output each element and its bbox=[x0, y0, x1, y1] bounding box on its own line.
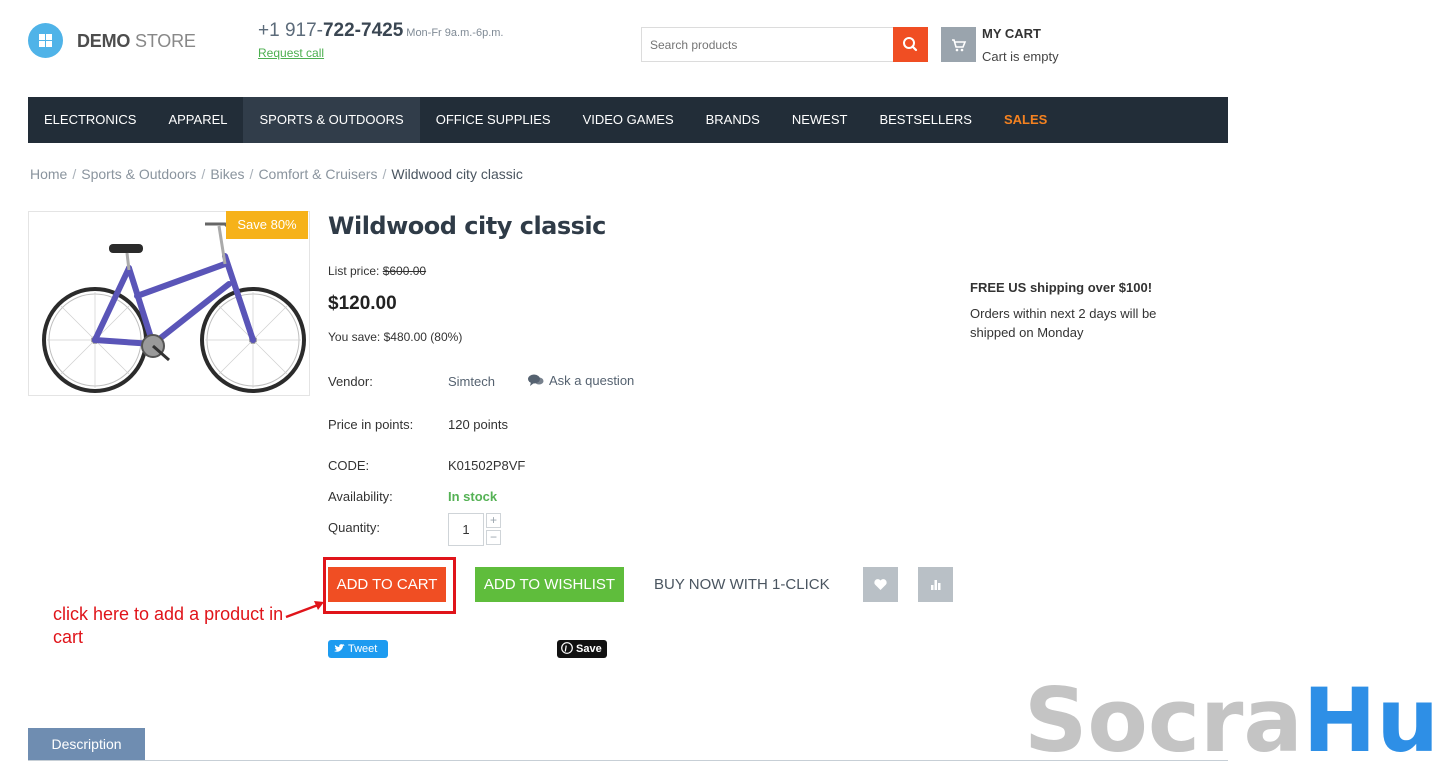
cart-button[interactable] bbox=[941, 27, 976, 62]
breadcrumb-comfort-cruisers[interactable]: Comfort & Cruisers bbox=[258, 166, 377, 182]
logo-grid-icon bbox=[39, 34, 52, 47]
product-price: $120.00 bbox=[328, 293, 397, 314]
twitter-bird-icon bbox=[334, 644, 345, 652]
nav-item-video-games[interactable]: VIDEO GAMES bbox=[567, 97, 690, 143]
quantity-increase-button[interactable]: + bbox=[486, 513, 501, 528]
nav-item-brands[interactable]: BRANDS bbox=[690, 97, 776, 143]
socrahub-watermark: SocraHub bbox=[1024, 669, 1432, 765]
quantity-label: Quantity: bbox=[328, 520, 381, 535]
search-input[interactable] bbox=[641, 27, 894, 62]
list-price: List price: $600.00 bbox=[328, 264, 427, 278]
store-logo-text[interactable]: DEMO STORE bbox=[77, 31, 196, 52]
add-to-cart-button[interactable]: ADD TO CART bbox=[328, 567, 446, 602]
request-call-link[interactable]: Request call bbox=[258, 46, 324, 60]
compare-button[interactable] bbox=[918, 567, 953, 602]
cart-status: Cart is empty bbox=[982, 49, 1059, 64]
breadcrumb-current: Wildwood city classic bbox=[391, 166, 523, 182]
phone-number: +1 917-722-7425 Mon-Fr 9a.m.-6p.m. bbox=[258, 20, 504, 41]
breadcrumb: Home / Sports & Outdoors / Bikes / Comfort & C… bbox=[30, 166, 523, 182]
tweet-button[interactable]: Tweet bbox=[328, 640, 388, 658]
save-badge: Save 80% bbox=[226, 211, 308, 239]
vendor-link[interactable]: Simtech bbox=[448, 374, 495, 389]
search-icon bbox=[903, 37, 918, 52]
shipping-promo-text: Orders within next 2 days will be shippe… bbox=[970, 306, 1157, 340]
bicycle-image bbox=[42, 222, 306, 393]
nav-item-sales[interactable]: SALES bbox=[988, 97, 1063, 143]
add-to-wishlist-button[interactable]: ADD TO WISHLIST bbox=[475, 567, 624, 602]
quantity-input[interactable]: 1 bbox=[448, 513, 484, 546]
search-button[interactable] bbox=[893, 27, 928, 62]
breadcrumb-separator: / bbox=[249, 166, 254, 182]
breadcrumb-separator: / bbox=[72, 166, 77, 182]
points-label: Price in points: bbox=[328, 417, 414, 432]
code-label: CODE: bbox=[328, 458, 370, 473]
breadcrumb-bikes[interactable]: Bikes bbox=[210, 166, 244, 182]
nav-item-apparel[interactable]: APPAREL bbox=[152, 97, 243, 143]
vendor-label: Vendor: bbox=[328, 374, 373, 389]
tab-description[interactable]: Description bbox=[28, 728, 145, 761]
bar-chart-icon bbox=[931, 580, 941, 590]
breadcrumb-sports-outdoors[interactable]: Sports & Outdoors bbox=[81, 166, 196, 182]
annotation-arrow-icon bbox=[285, 601, 324, 619]
nav-item-sports-outdoors[interactable]: SPORTS & OUTDOORS bbox=[243, 97, 420, 143]
nav-item-electronics[interactable]: ELECTRONICS bbox=[28, 97, 152, 143]
availability-label: Availability: bbox=[328, 489, 393, 504]
heart-icon bbox=[874, 579, 887, 590]
points-value: 120 points bbox=[448, 417, 508, 432]
nav-item-office-supplies[interactable]: OFFICE SUPPLIES bbox=[420, 97, 567, 143]
breadcrumb-separator: / bbox=[382, 166, 387, 182]
code-value: K01502P8VF bbox=[448, 458, 526, 473]
annotation-text: click here to add a product in cart bbox=[53, 604, 284, 647]
breadcrumb-home[interactable]: Home bbox=[30, 166, 67, 182]
pinterest-save-button[interactable]: Save bbox=[557, 640, 607, 658]
shipping-promo-title: FREE US shipping over $100! bbox=[970, 280, 1153, 295]
chat-icon bbox=[528, 374, 544, 386]
main-nav: ELECTRONICS APPAREL SPORTS & OUTDOORS OF… bbox=[28, 97, 1228, 143]
you-save: You save: $480.00 (80%) bbox=[328, 330, 463, 344]
buy-now-one-click-button[interactable]: BUY NOW WITH 1-CLICK bbox=[654, 567, 830, 602]
wishlist-heart-button[interactable] bbox=[863, 567, 898, 602]
breadcrumb-separator: / bbox=[201, 166, 206, 182]
nav-item-bestsellers[interactable]: BESTSELLERS bbox=[863, 97, 988, 143]
quantity-decrease-button[interactable]: − bbox=[486, 530, 501, 545]
product-title: Wildwood city classic bbox=[328, 212, 606, 240]
cart-icon bbox=[952, 39, 967, 52]
ask-question-link[interactable]: Ask a question bbox=[528, 373, 634, 388]
cart-title[interactable]: MY CART bbox=[982, 26, 1041, 41]
nav-item-newest[interactable]: NEWEST bbox=[776, 97, 864, 143]
availability-status: In stock bbox=[448, 489, 498, 504]
pinterest-icon bbox=[561, 642, 573, 654]
